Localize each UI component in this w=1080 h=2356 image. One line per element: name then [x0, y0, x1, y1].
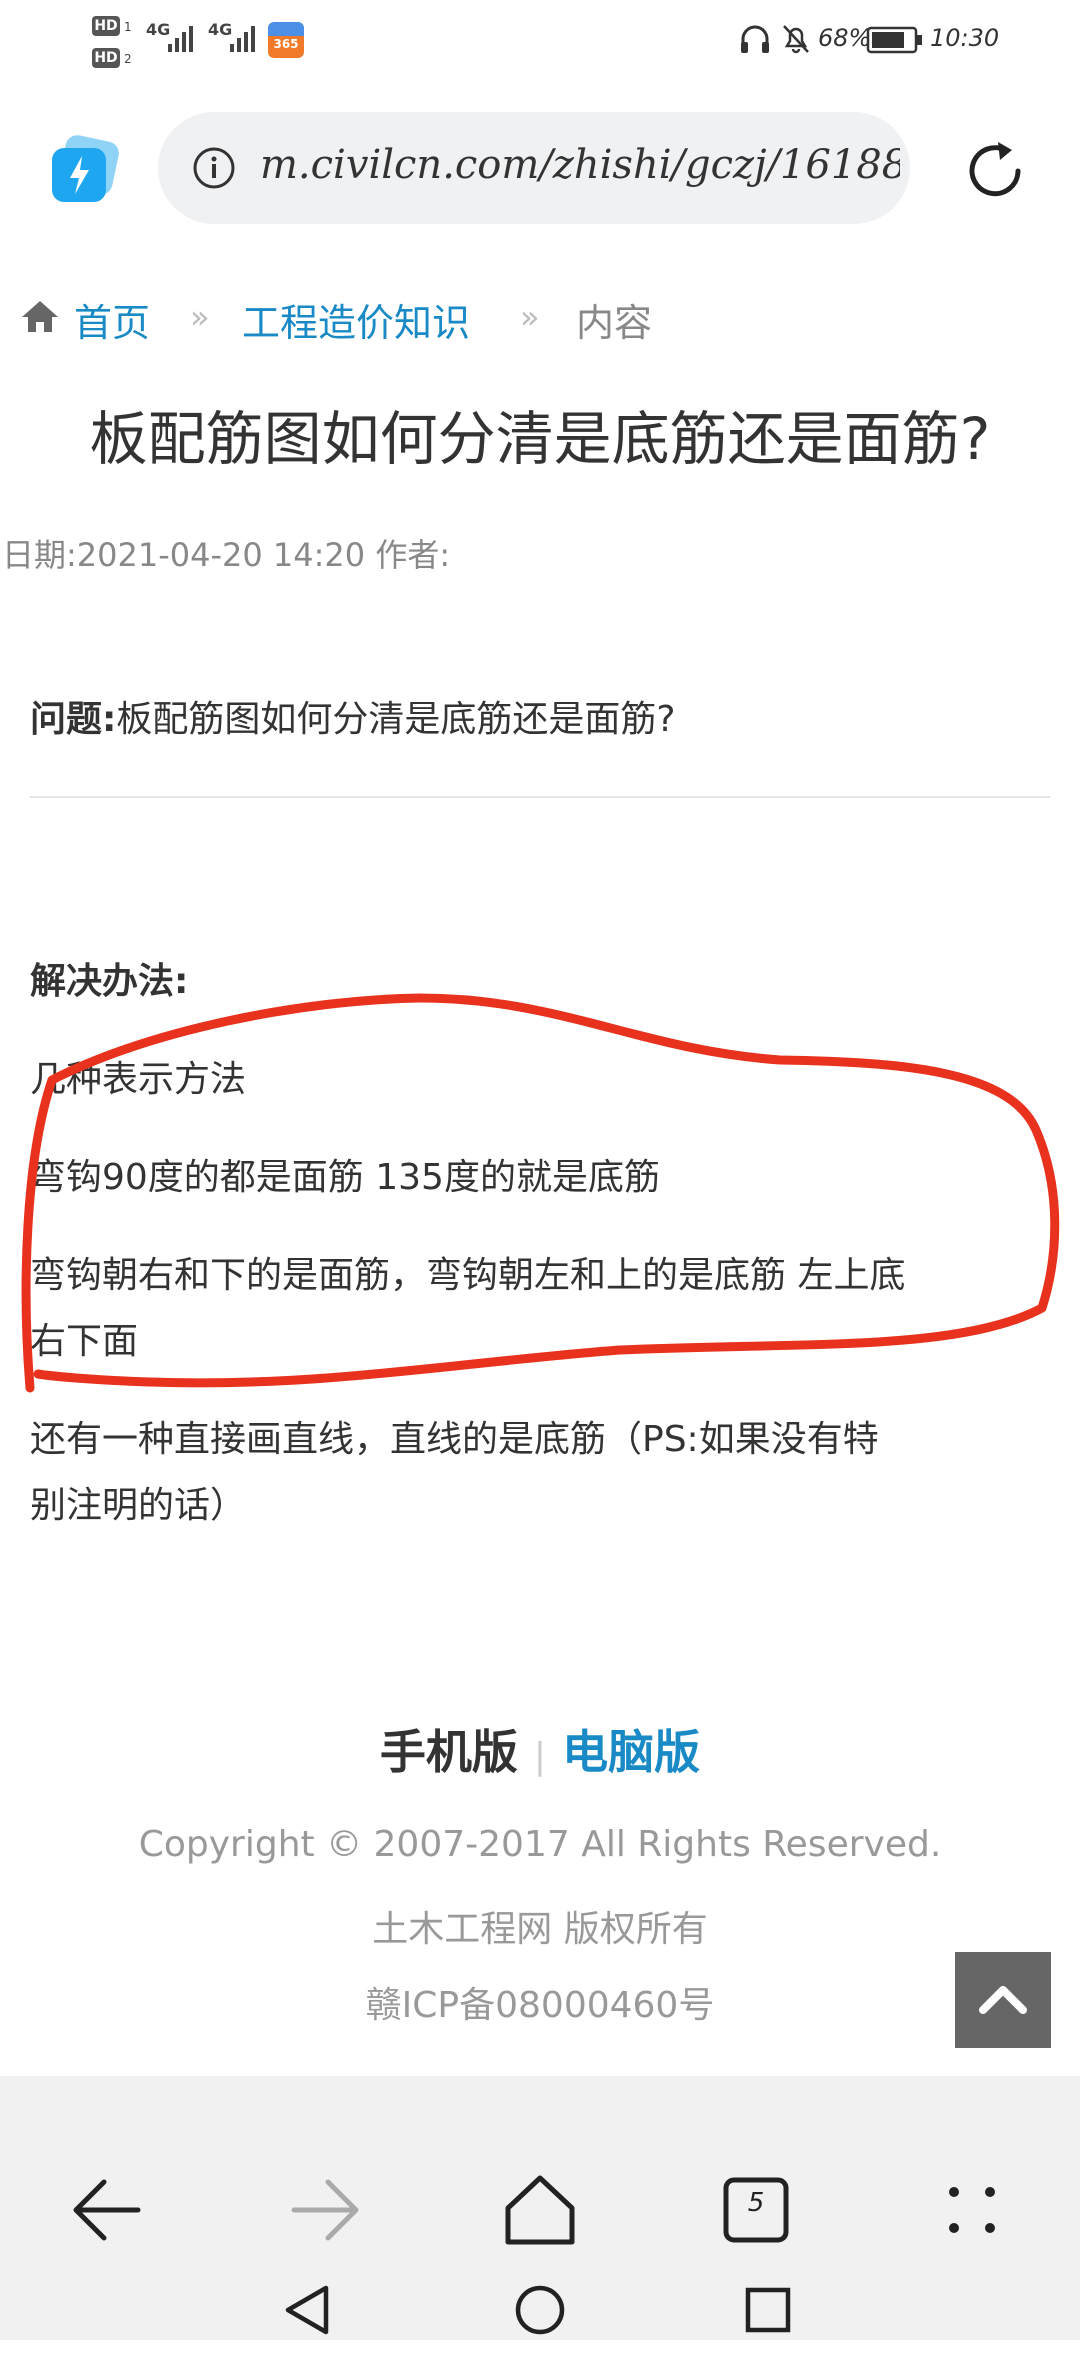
browser-bottom-bar: 5 [0, 2076, 1080, 2340]
annotation-circle [21, 993, 1060, 1393]
system-recents-button[interactable] [728, 2272, 808, 2352]
hd-badge: HD [92, 16, 120, 36]
network-type: 4G [208, 20, 233, 39]
lightning-icon [52, 135, 119, 202]
hd-badge: HD [92, 48, 120, 68]
square-recents-icon [745, 2287, 791, 2333]
breadcrumb-home-link[interactable]: 首页 [74, 292, 150, 347]
app-notification-icon: 365 [268, 22, 304, 58]
solution-line: 还有一种直接画直线，直线的是底筋（PS:如果没有特 [30, 1419, 879, 1460]
back-to-top-button[interactable] [955, 1952, 1051, 2048]
menu-button[interactable] [912, 2150, 1032, 2270]
mobile-version-link[interactable]: 手机版 [380, 1725, 518, 1779]
browser-app-icon[interactable] [48, 134, 120, 206]
network-type: 4G [146, 20, 171, 39]
mute-bell-icon [783, 25, 809, 54]
version-switch: 手机版 | 电脑版 [0, 1716, 1080, 1782]
home-button[interactable] [480, 2150, 600, 2270]
article-meta: 日期:2021-04-20 14:20 作者: [2, 536, 451, 574]
refresh-icon[interactable] [960, 136, 1030, 206]
arrow-right-icon [291, 2179, 359, 2241]
signal-icon [168, 26, 193, 52]
icp-number[interactable]: 赣ICP备08000460号 [0, 1976, 1080, 2028]
system-home-button[interactable] [500, 2272, 580, 2352]
clock: 10:30 [930, 24, 1000, 52]
breadcrumb-category-link[interactable]: 工程造价知识 [242, 292, 470, 347]
more-dots-icon [949, 2187, 995, 2233]
back-button[interactable] [48, 2150, 168, 2270]
tab-count: 5 [747, 2188, 765, 2218]
breadcrumb-current: 内容 [576, 301, 653, 345]
question-label: 问题: [30, 699, 117, 740]
footer-divider: | [533, 1736, 547, 1777]
home-icon[interactable] [20, 298, 60, 334]
url-text[interactable]: m.civilcn.com/zhishi/gczj/161889962740 [260, 142, 900, 188]
signal-icon [230, 26, 255, 52]
status-bar: HD 1 HD 2 4G 4G 365 68% 10:30 [0, 0, 1080, 84]
forward-button[interactable] [264, 2150, 384, 2270]
chevron-up-icon [979, 1986, 1027, 2014]
question-text: 板配筋图如何分清是底筋还是面筋? [116, 699, 676, 740]
desktop-version-link[interactable]: 电脑版 [562, 1725, 700, 1779]
sim-number: 2 [124, 52, 132, 66]
system-back-button[interactable] [270, 2272, 350, 2352]
site-owner: 土木工程网 版权所有 [372, 1909, 708, 1950]
triangle-back-icon [285, 2285, 329, 2335]
question: 问题:板配筋图如何分清是底筋还是面筋? [30, 690, 676, 742]
house-icon [505, 2175, 575, 2245]
divider [30, 796, 1050, 798]
battery-percent: 68% [818, 24, 872, 52]
info-icon[interactable] [192, 146, 236, 190]
battery-icon [866, 26, 922, 54]
tabs-button[interactable]: 5 [696, 2150, 816, 2270]
address-bar[interactable]: m.civilcn.com/zhishi/gczj/161889962740 [158, 112, 910, 224]
headphones-icon [741, 25, 769, 53]
breadcrumb-separator: » [190, 298, 210, 336]
sim-number: 1 [124, 20, 132, 34]
solution-line: 别注明的话） [30, 1485, 247, 1526]
arrow-left-icon [73, 2179, 141, 2241]
breadcrumb-separator: » [520, 298, 540, 336]
page-title: 板配筋图如何分清是底筋还是面筋? [89, 405, 991, 473]
circle-home-icon [515, 2285, 565, 2335]
copyright: Copyright © 2007-2017 All Rights Reserve… [138, 1824, 942, 1865]
